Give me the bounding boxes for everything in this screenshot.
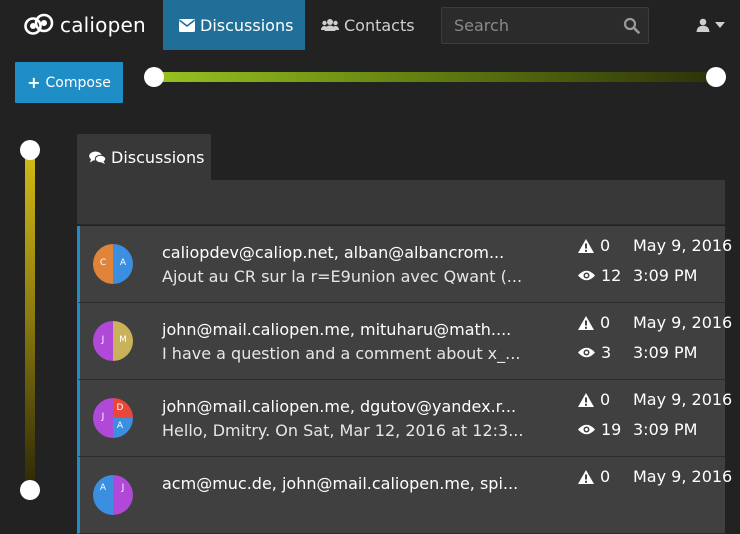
panel-header [77,180,725,225]
views-count: 19 [578,420,621,439]
eye-icon [578,424,595,435]
discussions-panel: Discussions C A caliopdev@caliop.net, al… [77,134,732,534]
warning-icon [578,315,594,330]
users-icon [321,19,339,31]
privacy-slider-track[interactable] [25,150,35,485]
discussion-date: May 9, 2016 [633,313,733,332]
warning-icon [578,238,594,253]
discussion-time: 3:09 PM [633,266,698,285]
app-logo[interactable]: caliopen [24,12,146,38]
discussion-row[interactable]: J D A john@mail.caliopen.me, dgutov@yand… [77,380,732,457]
discussion-date: May 9, 2016 [633,236,733,255]
search-icon[interactable] [623,17,640,34]
discussion-excerpt: Ajout au CR sur la r=E9union avec Qwant … [162,267,523,286]
compose-button[interactable]: + Compose [15,62,123,103]
discussion-list: C A caliopdev@caliop.net, alban@albancro… [77,226,732,534]
compose-label: Compose [45,74,111,91]
discussion-participants: john@mail.caliopen.me, dgutov@yandex.r..… [162,397,517,416]
privacy-range-slider[interactable] [20,140,40,500]
discussion-date: May 9, 2016 [633,390,733,409]
user-icon [696,18,710,32]
discussion-date: May 9, 2016 [633,467,733,486]
importance-slider-track[interactable] [154,72,716,82]
avatar: A J [93,475,133,515]
importance-range-slider[interactable] [144,67,726,87]
discussion-row[interactable]: C A caliopdev@caliop.net, alban@albancro… [77,226,732,303]
avatar: J D A [93,398,133,438]
comments-icon [89,151,106,164]
avatar: C A [93,244,133,284]
discussion-row[interactable]: J M john@mail.caliopen.me, mituharu@math… [77,303,732,380]
discussion-excerpt: I have a question and a comment about x_… [162,344,521,363]
envelope-icon [179,18,195,32]
eye-icon [578,347,595,358]
plus-icon: + [27,73,41,92]
alerts-count: 0 [578,390,610,409]
nav-tab-contacts[interactable]: Contacts [305,0,427,50]
privacy-slider-max-handle[interactable] [20,140,40,160]
eye-icon [578,270,595,281]
discussion-time: 3:09 PM [633,420,698,439]
nav-tab-label: Discussions [200,15,294,35]
importance-slider-max-handle[interactable] [706,67,726,87]
discussion-participants: acm@muc.de, john@mail.caliopen.me, spi..… [162,474,519,493]
user-menu[interactable] [696,16,728,34]
search-box [441,7,649,44]
nav-tab-discussions[interactable]: Discussions [163,0,305,50]
warning-icon [578,392,594,407]
views-count: 12 [578,266,621,285]
discussion-excerpt: Hello, Dmitry. On Sat, Mar 12, 2016 at 1… [162,421,524,440]
caliopen-logo-icon [24,12,54,38]
privacy-slider-min-handle[interactable] [20,480,40,500]
views-count: 3 [578,343,611,362]
nav-tab-label: Contacts [344,15,415,35]
caret-down-icon [715,22,725,28]
alerts-count: 0 [578,236,610,255]
alerts-count: 0 [578,467,610,486]
tab-discussions[interactable]: Discussions [77,134,211,181]
discussion-participants: caliopdev@caliop.net, alban@albancrom... [162,243,505,262]
discussion-row[interactable]: A J acm@muc.de, john@mail.caliopen.me, s… [77,457,732,534]
importance-slider-min-handle[interactable] [144,67,164,87]
warning-icon [578,469,594,484]
avatar: J M [93,321,133,361]
search-input[interactable] [442,8,622,43]
discussion-time: 3:09 PM [633,343,698,362]
alerts-count: 0 [578,313,610,332]
top-navbar: caliopen Discussions Contacts [0,0,740,50]
app-name: caliopen [60,13,146,37]
discussion-participants: john@mail.caliopen.me, mituharu@math.... [162,320,512,339]
tab-label: Discussions [111,148,205,167]
